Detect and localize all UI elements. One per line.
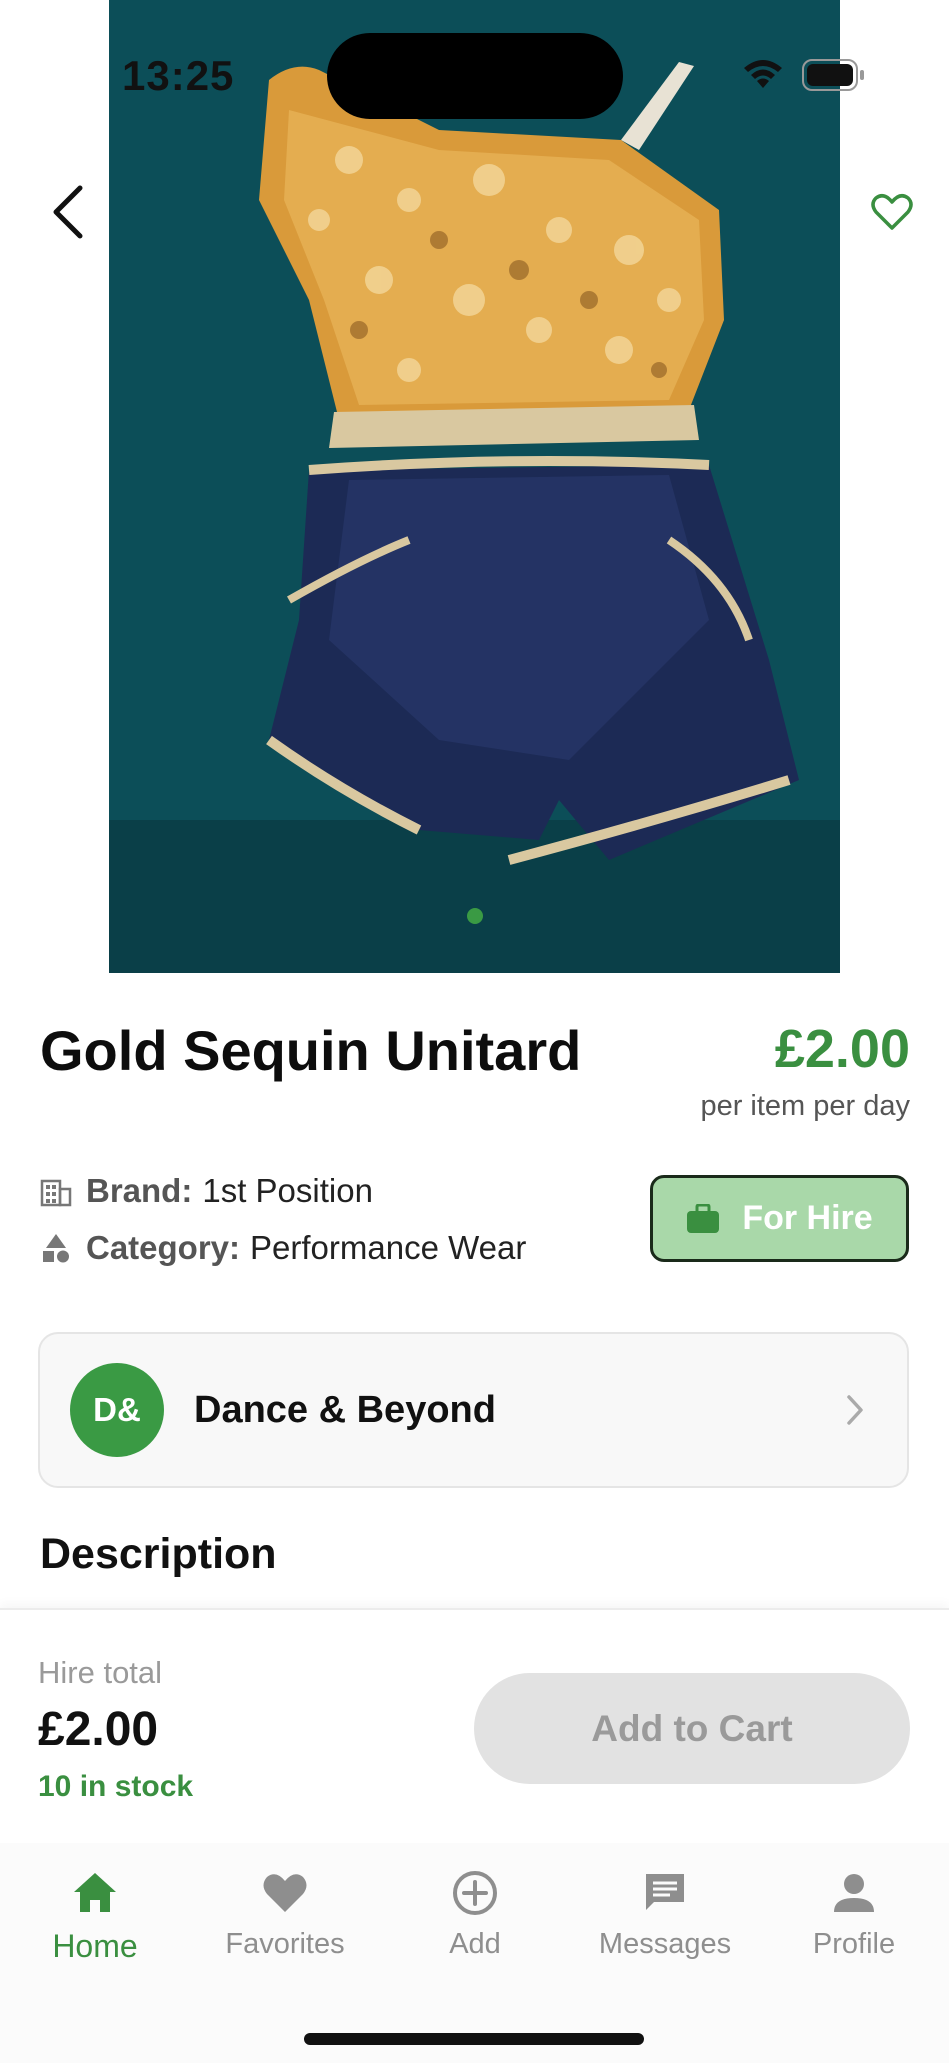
brand-row: Brand: 1st Position	[40, 1172, 373, 1210]
home-icon	[74, 1873, 116, 1912]
home-indicator	[304, 2033, 644, 2045]
tab-home-label: Home	[52, 1928, 138, 1964]
price-unit: per item per day	[700, 1090, 910, 1122]
tab-profile-label: Profile	[812, 1928, 896, 1960]
dynamic-island	[327, 33, 623, 119]
battery-icon	[802, 59, 864, 91]
category-label: Category:	[86, 1229, 241, 1266]
for-hire-badge[interactable]: For Hire	[650, 1175, 909, 1262]
tab-profile[interactable]: Profile	[759, 1868, 949, 1961]
stock-status: 10 in stock	[38, 1770, 194, 1803]
person-icon	[834, 1874, 874, 1912]
for-hire-label: For Hire	[742, 1199, 873, 1237]
tab-favorites-label: Favorites	[225, 1928, 345, 1960]
message-icon	[646, 1874, 684, 1910]
product-price: £2.00	[774, 1019, 910, 1079]
seller-avatar: D&	[70, 1363, 164, 1457]
hire-total-value: £2.00	[38, 1703, 159, 1756]
carousel-dot-active[interactable]	[467, 908, 483, 924]
favorite-heart-icon[interactable]	[870, 192, 914, 232]
product-title: Gold Sequin Unitard	[40, 1019, 582, 1082]
hire-total-label: Hire total	[38, 1655, 163, 1690]
category-value: Performance Wear	[250, 1229, 527, 1266]
brand-value: 1st Position	[202, 1172, 373, 1209]
status-time: 13:25	[122, 52, 235, 99]
tab-home[interactable]: Home	[0, 1868, 190, 1965]
back-arrow-icon[interactable]	[44, 182, 94, 242]
seller-card[interactable]: D& Dance & Beyond	[38, 1332, 909, 1488]
brand-label: Brand:	[86, 1172, 193, 1209]
chevron-right-icon	[847, 1395, 863, 1425]
seller-name: Dance & Beyond	[194, 1388, 496, 1431]
product-image[interactable]	[109, 0, 840, 973]
add-to-cart-button[interactable]: Add to Cart	[474, 1673, 910, 1784]
tab-add-label: Add	[449, 1928, 501, 1960]
tab-messages-label: Messages	[598, 1928, 732, 1960]
plus-circle-icon	[453, 1871, 497, 1915]
building-icon	[40, 1179, 72, 1207]
briefcase-icon	[687, 1203, 720, 1233]
category-row: Category: Performance Wear	[40, 1229, 526, 1267]
description-heading: Description	[40, 1530, 277, 1578]
shapes-icon	[43, 1234, 69, 1263]
tab-add[interactable]: Add	[380, 1868, 570, 1961]
wifi-icon	[744, 60, 782, 88]
tab-messages[interactable]: Messages	[570, 1868, 760, 1961]
heart-icon	[263, 1874, 307, 1912]
tab-favorites[interactable]: Favorites	[190, 1868, 380, 1961]
